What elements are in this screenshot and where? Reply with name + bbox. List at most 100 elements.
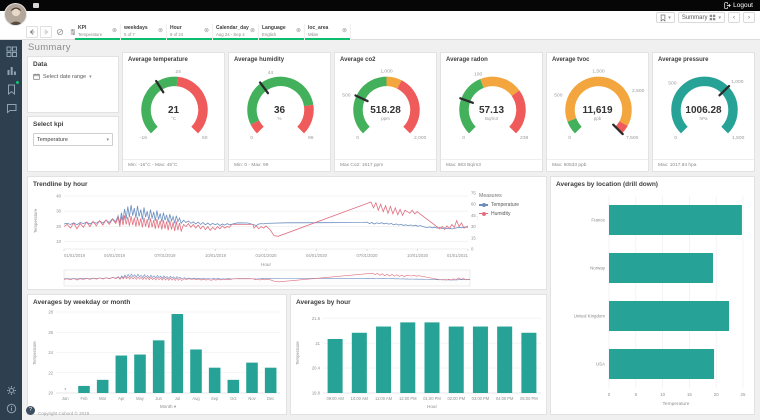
svg-text:0: 0 (568, 135, 571, 141)
clear-chip-icon[interactable]: ⊗ (249, 28, 256, 35)
legend-swatch (479, 213, 488, 215)
notification-badge (16, 81, 19, 84)
logout-icon (724, 2, 731, 9)
svg-text:45: 45 (471, 213, 476, 218)
svg-text:07/01/2019: 07/01/2019 (155, 253, 177, 258)
avatar[interactable] (4, 3, 27, 26)
selections-back-button[interactable] (26, 26, 38, 38)
humidity-gauge[interactable]: 04499 (233, 66, 328, 150)
svg-text:Mar: Mar (99, 396, 107, 401)
radon-gauge[interactable]: 0100238 (445, 66, 540, 150)
svg-text:*: * (64, 388, 66, 394)
svg-text:0: 0 (608, 392, 611, 397)
card-title: Average humidity (229, 53, 330, 64)
selection-chip-weekdays[interactable]: weekdays 5 of 7 ⊗ (121, 24, 167, 40)
legend-item-temperature: Temperature (479, 202, 543, 208)
card-title: Average co2 (335, 53, 436, 64)
clear-chip-icon[interactable]: ⊗ (295, 28, 302, 35)
legend-label: Temperature (491, 202, 519, 208)
selection-indicator (167, 38, 212, 40)
svg-text:02:00 PM: 02:00 PM (447, 396, 465, 401)
clear-selections-button[interactable] (54, 26, 66, 38)
selection-chip-language[interactable]: Language English ⊗ (259, 24, 305, 40)
svg-text:500: 500 (554, 93, 562, 99)
svg-text:USA: USA (596, 362, 605, 367)
svg-text:19.8: 19.8 (312, 391, 321, 396)
kpi-select-dropdown[interactable]: Temperature ▾ (33, 133, 113, 146)
gauge-footer: Min: 0 - Max: 99 (229, 159, 330, 171)
selections-forward-button[interactable] (40, 26, 52, 38)
bookmarks-button[interactable]: ▾ (656, 12, 675, 23)
svg-text:Norway: Norway (590, 266, 606, 271)
app-logo (33, 3, 39, 8)
clear-chip-icon[interactable]: ⊗ (341, 28, 348, 35)
chip-field: loc_area (308, 25, 328, 31)
select-date-range-button[interactable]: Select date range ▾ (33, 73, 113, 80)
svg-text:60: 60 (471, 202, 476, 207)
selection-chip-kpi[interactable]: KPI Temperature ⊗ (75, 24, 121, 40)
month-bar-chart[interactable]: 2022242628TemperatureJan*FebMarAprMayJun… (30, 307, 285, 414)
selection-chip-hour[interactable]: Hour 9 of 24 ⊗ (167, 24, 213, 40)
grid-icon[interactable] (6, 44, 17, 55)
svg-text:Aug: Aug (192, 396, 200, 401)
temperature-gauge[interactable]: -16 24 50 (127, 66, 222, 150)
select-date-range-label: Select date range (43, 74, 86, 80)
clear-chip-icon[interactable]: ⊗ (157, 28, 164, 35)
gear-icon[interactable] (6, 383, 17, 394)
selection-chip-loc-area[interactable]: loc_area Milan ⊗ (305, 24, 351, 40)
svg-text:Month ▾: Month ▾ (160, 404, 177, 409)
hour-bar-chart[interactable]: 19.820.42121.6Temperature09:00 AM10:00 A… (293, 307, 545, 414)
sheet-name: Summary (682, 15, 708, 21)
svg-text:50: 50 (202, 135, 208, 141)
tvoc-gauge[interactable]: 05001,5002,5007,500 (551, 66, 646, 150)
svg-text:-16: -16 (140, 135, 147, 141)
svg-text:238: 238 (520, 135, 528, 141)
trendline-chart[interactable]: 1020304001530456075TemperatureHumidity01… (30, 189, 478, 289)
previous-sheet-button[interactable]: ‹ (728, 12, 740, 23)
selection-chip-calendar-day[interactable]: Calendar_day Aug 24 - Sep 4 ⊗ (213, 24, 259, 40)
gauge-card-radon: Average radon 0100238 57.13 Bq/m3 Max: 9… (440, 52, 543, 172)
card-title: Averages by weekday or month (28, 295, 286, 307)
next-sheet-button[interactable]: › (743, 12, 755, 23)
svg-text:Temperature: Temperature (295, 341, 300, 365)
svg-text:5: 5 (635, 392, 638, 397)
info-icon[interactable] (6, 401, 17, 412)
logout-button[interactable]: Logout (724, 2, 753, 9)
svg-text:Temperature: Temperature (32, 341, 37, 365)
card-title: Data (28, 57, 118, 69)
svg-text:26: 26 (48, 330, 53, 335)
svg-text:Temperature: Temperature (663, 401, 690, 407)
bar-chart-icon[interactable] (6, 63, 17, 74)
help-icon[interactable]: ? (26, 406, 35, 415)
bookmark-icon[interactable] (6, 82, 17, 93)
gauge-footer: Min: -16°C - Max: 45°C (123, 159, 224, 171)
svg-text:30: 30 (471, 224, 476, 229)
clear-chip-icon[interactable]: ⊗ (203, 28, 210, 35)
comment-icon[interactable] (6, 101, 17, 112)
clear-chip-icon[interactable]: ⊗ (111, 28, 118, 35)
svg-text:21: 21 (315, 341, 320, 346)
svg-text:40: 40 (56, 194, 61, 199)
svg-text:Humidity: Humidity (477, 212, 478, 230)
kpi-filter-card: Select kpi Temperature ▾ (27, 116, 119, 172)
svg-text:99: 99 (308, 135, 314, 141)
svg-text:Jun: Jun (155, 396, 162, 401)
location-bar-chart[interactable]: 0510152025FranceNorwayUnited KingdomUSAT… (553, 190, 753, 414)
card-title: Average pressure (653, 53, 754, 64)
co2-gauge[interactable]: 05001,0002,000 (339, 66, 434, 150)
current-selections: KPI Temperature ⊗ weekdays 5 of 7 ⊗ Hour… (75, 24, 351, 40)
sheet-selector-button[interactable]: Summary ▾ (678, 12, 725, 23)
svg-text:10/01/2019: 10/01/2019 (205, 253, 227, 258)
svg-text:500: 500 (342, 93, 350, 99)
top-system-bar: Logout (0, 0, 760, 11)
svg-text:01/01/2020: 01/01/2020 (256, 253, 278, 258)
pressure-gauge[interactable]: 05001,0001,500 (657, 66, 752, 150)
svg-text:100: 100 (474, 71, 482, 77)
card-title: Average temperature (123, 53, 224, 64)
svg-text:24: 24 (175, 69, 181, 75)
chip-field: weekdays (124, 25, 148, 31)
chip-value: 5 of 7 (124, 32, 135, 37)
svg-text:15: 15 (471, 235, 476, 240)
svg-text:30: 30 (56, 209, 61, 214)
copyright-text: Copyright Cubord © 2019 (38, 411, 89, 416)
